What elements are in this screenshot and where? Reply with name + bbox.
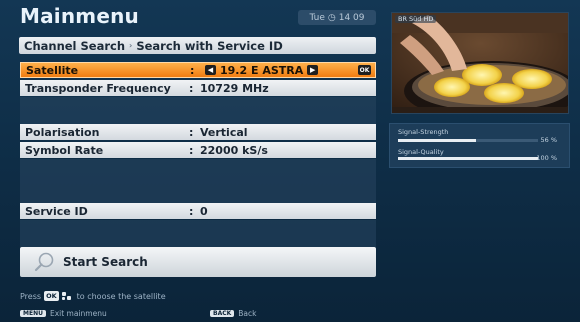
footer-hint: Press OK to choose the satellite [20, 291, 166, 301]
arrow-right-icon[interactable]: ▶ [307, 65, 319, 75]
signal-quality-fill [398, 157, 538, 160]
exit-label: Exit mainmenu [49, 309, 107, 318]
row-label: Service ID [25, 204, 88, 218]
footer-hint-text: to choose the satellite [76, 291, 166, 301]
signal-quality-value: 100 % [536, 154, 557, 162]
row-satellite[interactable]: Satellite : ◀ 19.2 E ASTRA ▶ OK [20, 62, 376, 78]
search-icon [34, 252, 54, 272]
row-value: 22000 kS/s [200, 143, 268, 157]
breadcrumb-current: Search with Service ID [136, 38, 283, 53]
breadcrumb: Channel Search › Search with Service ID [19, 37, 376, 54]
ok-key-icon: OK [44, 291, 59, 301]
channel-name: BR Süd HD [395, 15, 437, 23]
row-value: 10729 MHz [200, 81, 269, 95]
arrow-left-icon[interactable]: ◀ [205, 65, 216, 75]
footer-back[interactable]: BACK Back [210, 309, 257, 318]
row-label: Symbol Rate [25, 143, 104, 157]
row-value: ◀ 19.2 E ASTRA ▶ [201, 64, 322, 77]
signal-strength-value: 56 % [540, 136, 557, 144]
row-divider [20, 97, 376, 124]
back-label: Back [238, 309, 257, 318]
row-label: Polarisation [25, 125, 100, 139]
satellite-value: 19.2 E ASTRA [220, 63, 304, 77]
row-colon: : [189, 125, 194, 139]
row-divider [20, 220, 376, 247]
row-colon: : [189, 204, 194, 218]
tv-menu-screen: Mainmenu Tue ◷ 14 09 Channel Search › Se… [0, 0, 580, 322]
ok-key-icon: OK [358, 65, 371, 75]
footer-exit[interactable]: MENU Exit mainmenu [20, 309, 107, 318]
breadcrumb-parent: Channel Search [24, 38, 126, 53]
row-colon: : [189, 143, 194, 157]
navigation-keys-icon [61, 291, 74, 301]
start-search-label: Start Search [63, 255, 148, 269]
breadcrumb-separator-icon: › [129, 41, 133, 50]
row-value: Vertical [200, 125, 248, 139]
signal-strength-label: Signal-Strength [398, 128, 449, 136]
signal-strength-bar [398, 139, 538, 142]
back-key-icon: BACK [210, 310, 235, 317]
signal-quality-label: Signal-Quality [398, 148, 444, 156]
video-preview: BR Süd HD [391, 12, 569, 114]
clock-time: 14 09 [338, 12, 365, 23]
row-colon: : [189, 81, 194, 95]
menu-key-icon: MENU [20, 310, 46, 317]
signal-panel: Signal-Strength 56 % Signal-Quality 100 … [389, 123, 570, 168]
preview-image [392, 13, 568, 113]
row-symbol-rate[interactable]: Symbol Rate : 22000 kS/s [20, 142, 376, 158]
row-divider [20, 159, 376, 203]
row-value: 0 [200, 204, 208, 218]
row-colon: : [190, 63, 195, 77]
footer-press-text: Press [20, 291, 42, 301]
page-title: Mainmenu [20, 4, 139, 28]
row-label: Satellite [26, 63, 79, 77]
row-transponder-frequency[interactable]: Transponder Frequency : 10729 MHz [20, 80, 376, 96]
clock-icon: ◷ [327, 12, 336, 23]
row-service-id[interactable]: Service ID : 0 [20, 203, 376, 219]
clock-day: Tue [309, 12, 325, 23]
signal-strength-fill [398, 139, 477, 142]
signal-quality-bar [398, 157, 538, 160]
row-polarisation[interactable]: Polarisation : Vertical [20, 124, 376, 140]
start-search-button[interactable]: Start Search [20, 247, 376, 277]
row-label: Transponder Frequency [25, 81, 171, 95]
clock: Tue ◷ 14 09 [298, 10, 376, 25]
